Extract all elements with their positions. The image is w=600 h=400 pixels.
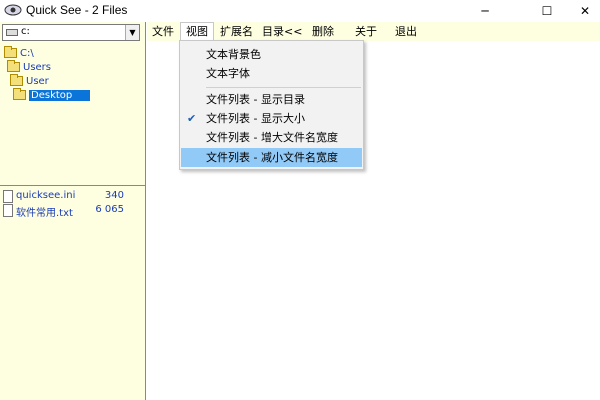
file-list: quicksee.ini 340 软件常用.txt 6 065 (0, 190, 146, 219)
menu-item-label: 文件列表 - 增大文件名宽度 (206, 131, 338, 144)
settings-file-icon (3, 190, 13, 203)
menu-item-decrease-width[interactable]: 文件列表 - 减小文件名宽度 (181, 148, 362, 167)
file-row[interactable]: 软件常用.txt 6 065 (0, 204, 146, 219)
folder-icon (10, 74, 23, 86)
drive-icon (6, 29, 18, 36)
title-bar: Quick See - 2 Files ─ ☐ ✕ (0, 0, 600, 22)
menu-separator (206, 87, 361, 88)
menu-item-label: 文本背景色 (206, 48, 261, 61)
eye-icon (4, 4, 22, 16)
menu-item-show-size[interactable]: ✔ 文件列表 - 显示大小 (181, 109, 362, 128)
view-menu-dropdown: 文本背景色 文本字体 文件列表 - 显示目录 ✔ 文件列表 - 显示大小 文件列… (179, 40, 364, 170)
file-size: 340 (104, 190, 124, 201)
menu-delete[interactable]: 删除 (307, 22, 339, 41)
menu-exit[interactable]: 退出 (390, 22, 422, 41)
minimize-button[interactable]: ─ (462, 0, 508, 22)
menu-extension[interactable]: 扩展名 (215, 22, 258, 41)
file-name: 软件常用.txt (16, 208, 73, 219)
close-button[interactable]: ✕ (562, 0, 600, 22)
tree-item-label: User (26, 75, 49, 87)
menu-item-label: 文件列表 - 减小文件名宽度 (206, 151, 338, 164)
tree-item-user[interactable]: User (10, 74, 49, 88)
window-title: Quick See - 2 Files (26, 3, 128, 17)
folder-icon (13, 88, 26, 100)
folder-icon (7, 60, 20, 72)
menu-item-show-directory[interactable]: 文件列表 - 显示目录 (181, 90, 362, 109)
menu-bar: 文件 视图 扩展名 目录<< 删除 关于 退出 (147, 22, 600, 41)
menu-file[interactable]: 文件 (147, 22, 179, 41)
menu-about[interactable]: 关于 (350, 22, 382, 41)
menu-directory[interactable]: 目录<< (257, 22, 307, 41)
tree-item-desktop[interactable]: Desktop (13, 88, 91, 102)
menu-item-label: 文件列表 - 显示目录 (206, 93, 305, 106)
folder-tree: C:\ Users User Desktop (0, 44, 146, 186)
menu-item-text-background[interactable]: 文本背景色 (181, 45, 362, 64)
menu-item-label: 文件列表 - 显示大小 (206, 112, 305, 125)
file-size: 6 065 (95, 204, 124, 215)
drive-select[interactable]: c: ▼ (2, 24, 140, 41)
folder-icon (4, 46, 17, 58)
menu-item-label: 文本字体 (206, 67, 250, 80)
dropdown-arrow-icon[interactable]: ▼ (125, 25, 139, 40)
left-panel: c: ▼ C:\ Users User Desktop quicksee.ini… (0, 22, 146, 400)
tree-item-users[interactable]: Users (7, 60, 51, 74)
tree-item-label: Users (23, 61, 52, 73)
menu-item-increase-width[interactable]: 文件列表 - 增大文件名宽度 (181, 128, 362, 147)
menu-item-text-font[interactable]: 文本字体 (181, 64, 362, 83)
drive-value: c: (21, 26, 30, 37)
tree-item-label: C:\ (20, 47, 34, 59)
tree-item-c[interactable]: C:\ (4, 46, 34, 60)
file-row[interactable]: quicksee.ini 340 (0, 190, 146, 204)
checkmark-icon: ✔ (187, 112, 197, 125)
text-file-icon (3, 204, 13, 217)
menu-view[interactable]: 视图 (180, 22, 214, 41)
file-name: quicksee.ini (16, 190, 76, 201)
tree-item-label: Desktop (29, 89, 91, 101)
